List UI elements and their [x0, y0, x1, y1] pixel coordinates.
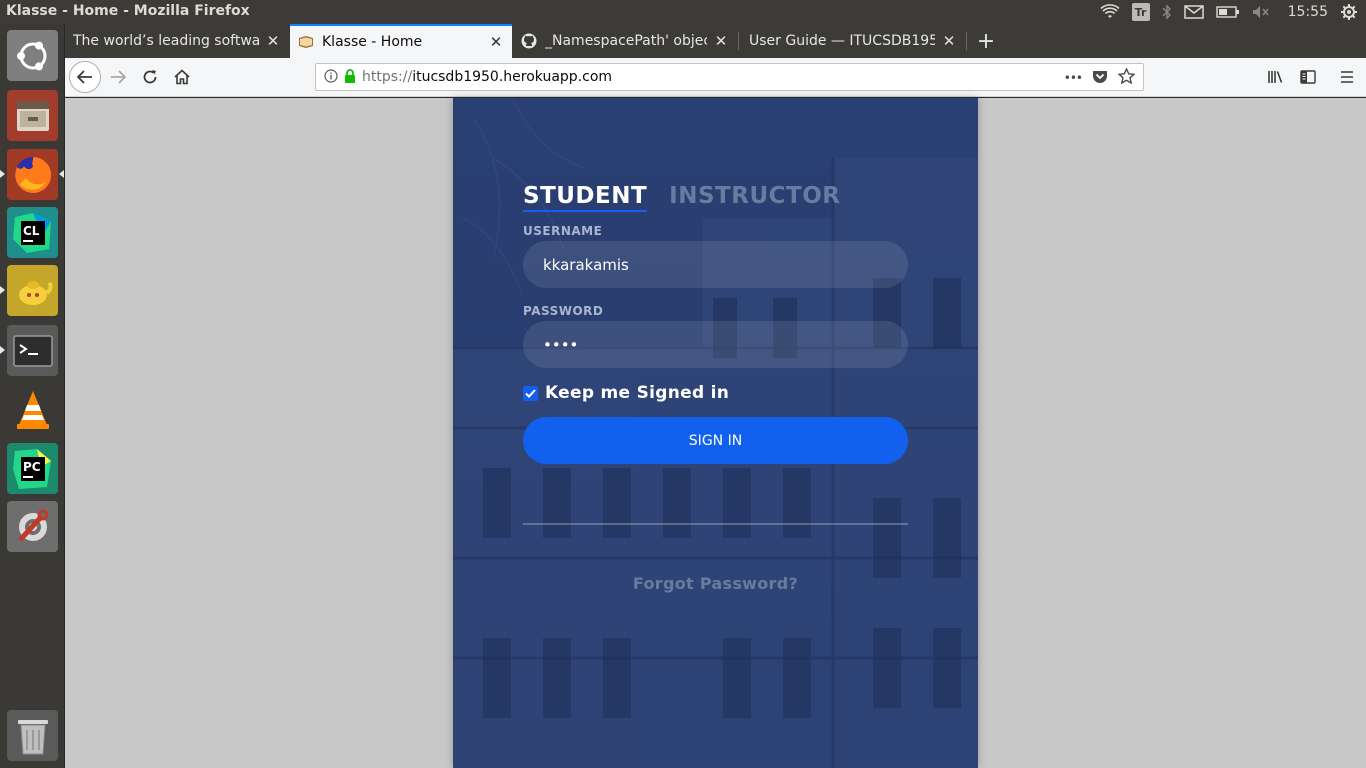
tab-klasse-home[interactable]: Klasse - Home ✕: [290, 24, 512, 58]
system-settings-icon[interactable]: [7, 501, 58, 552]
sidebar-toggle-icon[interactable]: [1293, 62, 1323, 92]
clion-icon[interactable]: CL: [7, 207, 58, 258]
power-gear-icon[interactable]: [1340, 3, 1358, 21]
reload-button[interactable]: [135, 62, 165, 92]
checkmark-icon: [525, 388, 536, 398]
tab-user-guide[interactable]: User Guide — ITUCSDB1950 ✕: [741, 24, 965, 58]
username-label: USERNAME: [523, 224, 603, 238]
clock[interactable]: 15:55: [1288, 4, 1328, 20]
pocket-icon[interactable]: [1092, 69, 1108, 88]
firefox-focused-indicator: [59, 170, 64, 178]
tab-separator: [738, 32, 739, 50]
tab-label: User Guide — ITUCSDB1950: [749, 33, 935, 49]
url-text[interactable]: https://itucsdb1950.herokuapp.com: [362, 69, 612, 85]
forgot-password-link[interactable]: Forgot Password?: [523, 574, 908, 593]
page-viewport: STUDENT INSTRUCTOR USERNAME kkarakamis P…: [65, 98, 1366, 768]
bluetooth-icon[interactable]: [1162, 4, 1172, 20]
window-title: Klasse - Home - Mozilla Firefox: [6, 3, 250, 19]
tab-instructor[interactable]: INSTRUCTOR: [669, 182, 840, 212]
terminal-running-indicator: [0, 346, 5, 354]
forward-button[interactable]: [103, 62, 133, 92]
site-info-icon[interactable]: [324, 68, 338, 87]
tab-github-namespacepath[interactable]: _NamespacePath' object ✕: [513, 24, 737, 58]
ubuntu-dash-icon[interactable]: [7, 30, 58, 81]
page-actions-menu-icon[interactable]: •••: [1064, 71, 1083, 85]
back-button[interactable]: [69, 61, 101, 93]
system-tray: Tr 15:55: [1100, 0, 1358, 24]
tab-label: The world’s leading softwa: [73, 33, 259, 49]
tab-label: _NamespacePath' object: [545, 33, 707, 49]
password-input[interactable]: ••••: [523, 321, 908, 368]
login-card: STUDENT INSTRUCTOR USERNAME kkarakamis P…: [453, 98, 978, 768]
keep-signed-in-row: Keep me Signed in: [523, 383, 729, 403]
keep-signed-in-label[interactable]: Keep me Signed in: [545, 383, 729, 403]
unity-launcher: CL PC: [0, 24, 65, 768]
trash-icon[interactable]: [7, 710, 58, 761]
firefox-running-indicator: [0, 170, 5, 178]
svg-text:CL: CL: [23, 224, 40, 238]
book-favicon-icon: [298, 34, 314, 50]
close-tab-icon[interactable]: ✕: [265, 32, 281, 50]
battery-icon[interactable]: [1215, 6, 1240, 18]
genie-running-indicator: [0, 286, 5, 294]
tab-tabnine[interactable]: The world’s leading softwa ✕: [65, 24, 289, 58]
username-input[interactable]: kkarakamis: [523, 241, 908, 288]
pycharm-icon[interactable]: PC: [7, 443, 58, 494]
tab-label: Klasse - Home: [322, 34, 423, 50]
role-tabs: STUDENT INSTRUCTOR: [523, 182, 840, 212]
bookmark-star-icon[interactable]: [1117, 67, 1136, 88]
close-tab-icon[interactable]: ✕: [713, 32, 729, 50]
sign-in-button[interactable]: SIGN IN: [523, 417, 908, 464]
url-bar[interactable]: https://itucsdb1950.herokuapp.com •••: [315, 63, 1144, 91]
divider: [523, 523, 908, 525]
github-favicon-icon: [521, 33, 537, 49]
genie-icon[interactable]: [7, 265, 58, 316]
volume-muted-icon[interactable]: [1252, 5, 1270, 19]
close-tab-icon[interactable]: ✕: [941, 32, 957, 50]
home-button[interactable]: [167, 62, 197, 92]
keyboard-layout-indicator[interactable]: Tr: [1131, 3, 1150, 21]
files-icon[interactable]: [7, 90, 58, 141]
page-action-buttons: •••: [1064, 67, 1136, 89]
browser-nav-bar: https://itucsdb1950.herokuapp.com •••: [65, 58, 1366, 97]
keep-signed-in-checkbox[interactable]: [523, 385, 538, 401]
browser-tab-strip: The world’s leading softwa ✕ Klasse - Ho…: [65, 24, 1366, 58]
wifi-icon[interactable]: [1100, 4, 1120, 20]
system-top-bar: Klasse - Home - Mozilla Firefox Tr 15:55: [0, 0, 1366, 24]
hamburger-menu-icon[interactable]: [1332, 62, 1362, 92]
secure-lock-icon[interactable]: [344, 68, 356, 87]
terminal-icon[interactable]: [7, 325, 58, 376]
tab-separator: [966, 32, 967, 50]
new-tab-button[interactable]: +: [969, 24, 1003, 58]
mail-icon[interactable]: [1183, 5, 1204, 19]
close-tab-icon[interactable]: ✕: [488, 33, 504, 51]
firefox-icon[interactable]: [7, 149, 58, 200]
vlc-icon[interactable]: [7, 384, 58, 435]
svg-text:PC: PC: [23, 460, 41, 474]
password-label: PASSWORD: [523, 304, 604, 318]
tab-student[interactable]: STUDENT: [523, 182, 648, 212]
library-icon[interactable]: [1261, 62, 1291, 92]
